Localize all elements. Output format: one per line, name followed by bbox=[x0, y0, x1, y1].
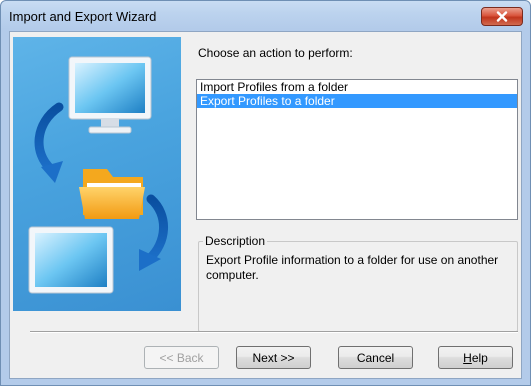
window-title: Import and Export Wizard bbox=[9, 9, 157, 24]
description-text: Export Profile information to a folder f… bbox=[206, 253, 499, 282]
description-title: Description bbox=[203, 234, 268, 248]
wizard-client-area: Choose an action to perform: Import Prof… bbox=[9, 31, 522, 379]
close-icon bbox=[496, 11, 508, 22]
computer-icon bbox=[28, 226, 114, 294]
button-separator bbox=[30, 331, 518, 333]
cancel-button[interactable]: Cancel bbox=[338, 346, 413, 369]
next-button[interactable]: Next >> bbox=[236, 346, 311, 369]
wizard-illustration bbox=[13, 37, 181, 311]
list-item-import-profiles[interactable]: Import Profiles from a folder bbox=[197, 80, 517, 94]
back-button[interactable]: << Back bbox=[144, 346, 219, 369]
help-button[interactable]: Help bbox=[438, 346, 513, 369]
action-prompt: Choose an action to perform: bbox=[198, 46, 353, 60]
close-button[interactable] bbox=[481, 7, 523, 26]
folder-icon bbox=[79, 169, 145, 219]
help-accelerator: H bbox=[463, 350, 472, 365]
illustration-graphic bbox=[28, 56, 168, 294]
action-listbox[interactable]: Import Profiles from a folder Export Pro… bbox=[196, 79, 518, 220]
wizard-window: Import and Export Wizard Choose an actio… bbox=[0, 0, 531, 386]
curved-arrow-icon bbox=[34, 102, 64, 183]
computer-icon bbox=[68, 56, 152, 134]
description-group: Description Export Profile information t… bbox=[198, 234, 518, 332]
help-label-rest: elp bbox=[471, 350, 488, 365]
list-item-export-profiles[interactable]: Export Profiles to a folder bbox=[197, 94, 517, 108]
title-bar[interactable]: Import and Export Wizard bbox=[1, 1, 530, 31]
